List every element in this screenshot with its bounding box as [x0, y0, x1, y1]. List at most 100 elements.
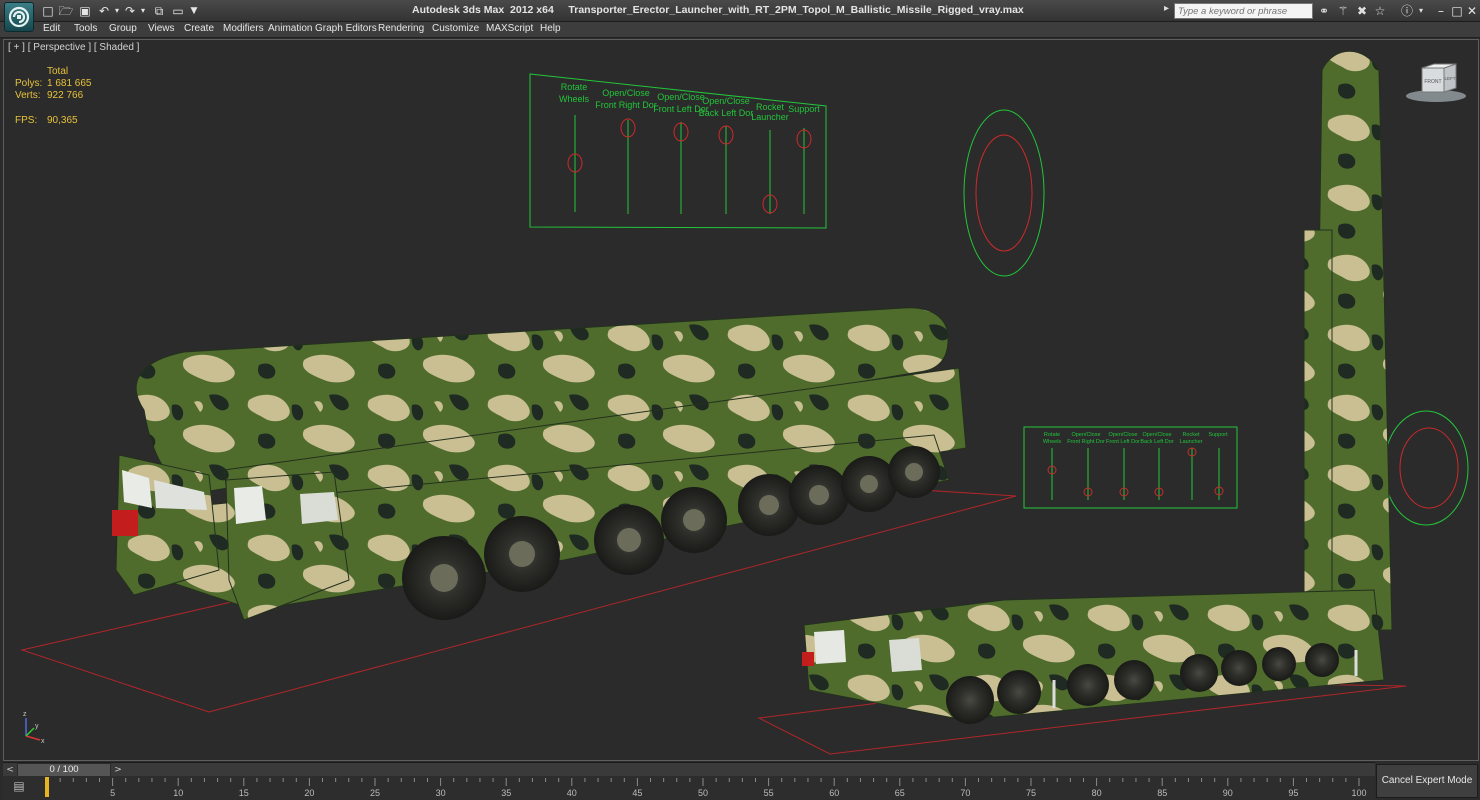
scene-canvas[interactable]: Rotate Wheels Open/Close Front Right Dor…	[4, 40, 1479, 761]
menu-help[interactable]: Help	[540, 23, 561, 34]
communication-center-icon[interactable]: ✖	[1354, 3, 1370, 19]
hold-icon[interactable]: ⧉	[151, 3, 167, 19]
window-title: Autodesk 3ds Max 2012 x64 Transporter_Er…	[412, 4, 1024, 16]
3ds-max-window: □ 🗁 ▣ ↶ ▾ ↷ ▾ ⧉ ▭ ▼ Autodesk 3ds Max 201…	[0, 0, 1480, 800]
viewcube-front-label: FRONT	[1424, 79, 1441, 85]
svg-text:Open/Close: Open/Close	[1142, 432, 1171, 438]
time-prev-button[interactable]: <	[3, 763, 17, 777]
menu-bar: Edit Tools Group Views Create Modifiers …	[0, 22, 1480, 38]
communication-icon[interactable]: ⚚	[1335, 3, 1351, 19]
track-tick-label: 20	[304, 788, 314, 798]
menu-group[interactable]: Group	[109, 23, 137, 34]
rotate-circle-controller[interactable]	[963, 109, 1045, 277]
svg-text:Back Left Dor: Back Left Dor	[1140, 439, 1173, 445]
stats-verts-label: Verts:	[15, 90, 41, 101]
current-frame-marker[interactable]	[45, 777, 49, 797]
track-tick-label: 30	[436, 788, 446, 798]
viewcube-left-label: LEFT	[1444, 76, 1455, 81]
fetch-icon[interactable]: ▭	[170, 3, 186, 19]
track-bar[interactable]: 5 10 15 20 25 30 35 40 45 50 55 60 65 70 75 80 85 90 95 100…	[3, 776, 1375, 800]
support-circle-controller[interactable]	[1383, 410, 1469, 526]
menu-graph-editors[interactable]: Graph Editors	[315, 23, 377, 34]
stats-fps-label: FPS:	[15, 115, 38, 126]
svg-text:Wheels: Wheels	[1043, 439, 1062, 445]
track-tick-label: 55	[764, 788, 774, 798]
svg-text:Front Left Dor: Front Left Dor	[1106, 439, 1140, 445]
menu-customize[interactable]: Customize	[432, 23, 479, 34]
stats-fps-value: 90,365	[47, 115, 78, 126]
rig-control-panel-large[interactable]: Rotate Wheels Open/Close Front Right Dor…	[529, 73, 827, 229]
viewport-label[interactable]: [ + ] [ Perspective ] [ Shaded ]	[8, 42, 139, 53]
stats-total-label: Total	[47, 66, 69, 77]
search-input[interactable]	[1174, 3, 1313, 19]
track-tick-label: 75	[1026, 788, 1036, 798]
rig-control-panel-small[interactable]: RotateWheels Open/CloseFront Right Dor O…	[1023, 426, 1238, 509]
track-tick-label: 40	[567, 788, 577, 798]
rig-label-front-right-door-2: Front Right Dor	[595, 100, 657, 110]
cancel-expert-mode-button[interactable]: Cancel Expert Mode	[1376, 764, 1478, 798]
binoculars-icon[interactable]: ⚭	[1316, 3, 1332, 19]
rig-label-support: Support	[788, 104, 820, 114]
menu-tools[interactable]: Tools	[74, 23, 97, 34]
track-bar-configure-icon[interactable]: ▤	[9, 779, 29, 795]
favorites-icon[interactable]: ☆	[1372, 3, 1388, 19]
track-tick-label: 45	[632, 788, 642, 798]
close-icon[interactable]: ✕	[1463, 2, 1480, 20]
svg-text:z: z	[23, 711, 27, 718]
rig-label-rotate-wheels-2: Wheels	[559, 94, 590, 104]
rig-label-rocket-launcher: Rocket	[756, 102, 785, 112]
search-arrow-icon[interactable]: ▸	[1164, 3, 1169, 14]
track-tick-label: 100	[1351, 788, 1366, 798]
svg-text:Open/Close: Open/Close	[1108, 432, 1137, 438]
3ds-max-logo-icon[interactable]	[4, 2, 34, 32]
svg-text:Launcher: Launcher	[1180, 439, 1203, 445]
rig-label-front-left-door: Open/Close	[657, 92, 705, 102]
save-icon[interactable]: ▣	[77, 3, 93, 19]
perspective-viewport[interactable]: Rotate Wheels Open/Close Front Right Dor…	[3, 39, 1479, 761]
launcher-vehicle-large[interactable]	[112, 307, 967, 621]
time-slider-thumb[interactable]: 0 / 100	[17, 763, 111, 777]
menu-maxscript[interactable]: MAXScript	[486, 23, 533, 34]
track-bar-ruler[interactable]: 5 10 15 20 25 30 35 40 45 50 55 60 65 70 75 80 85 90 95 100	[3, 776, 1375, 800]
title-bar: □ 🗁 ▣ ↶ ▾ ↷ ▾ ⧉ ▭ ▼ Autodesk 3ds Max 201…	[0, 0, 1480, 22]
track-tick-label: 85	[1157, 788, 1167, 798]
rig-label-back-left-door: Open/Close	[702, 96, 750, 106]
new-file-icon[interactable]: □	[40, 3, 56, 19]
track-tick-label: 70	[960, 788, 970, 798]
time-next-button[interactable]: >	[111, 763, 125, 777]
track-tick-label: 25	[370, 788, 380, 798]
svg-text:Front Right Dor: Front Right Dor	[1067, 439, 1105, 445]
menu-animation[interactable]: Animation	[268, 23, 312, 34]
menu-rendering[interactable]: Rendering	[378, 23, 424, 34]
track-tick-label: 35	[501, 788, 511, 798]
rig-label-rocket-launcher-2: Launcher	[751, 112, 789, 122]
help-dropdown-icon[interactable]: ▾	[1413, 3, 1429, 19]
rig-label-back-left-door-2: Back Left Dor	[699, 108, 754, 118]
stats-polys-value: 1 681 665	[47, 78, 92, 89]
svg-text:y: y	[35, 723, 39, 730]
track-tick-label: 95	[1288, 788, 1298, 798]
menu-create[interactable]: Create	[184, 23, 214, 34]
track-tick-label: 50	[698, 788, 708, 798]
menu-modifiers[interactable]: Modifiers	[223, 23, 264, 34]
redo-dropdown-icon[interactable]: ▾	[135, 3, 151, 19]
track-tick-label: 80	[1092, 788, 1102, 798]
menu-edit[interactable]: Edit	[43, 23, 60, 34]
stats-verts-value: 922 766	[47, 90, 84, 101]
viewcube[interactable]: FRONT LEFT	[1406, 63, 1466, 102]
track-tick-label: 90	[1223, 788, 1233, 798]
time-slider[interactable]: < 0 / 100 >	[3, 762, 1375, 777]
track-tick-label: 15	[239, 788, 249, 798]
menu-views[interactable]: Views	[148, 23, 175, 34]
svg-text:Rocket: Rocket	[1182, 432, 1200, 438]
open-file-icon[interactable]: 🗁	[58, 3, 74, 19]
stats-polys-label: Polys:	[15, 78, 43, 89]
svg-text:Open/Close: Open/Close	[1071, 432, 1100, 438]
rig-label-rotate-wheels: Rotate	[561, 82, 588, 92]
axis-tripod: z x y	[23, 711, 45, 745]
track-tick-label: 60	[829, 788, 839, 798]
track-tick-label: 10	[173, 788, 183, 798]
svg-text:x: x	[41, 738, 45, 745]
quick-access-dropdown-icon[interactable]: ▼	[186, 3, 202, 19]
svg-text:Rotate: Rotate	[1044, 432, 1060, 438]
